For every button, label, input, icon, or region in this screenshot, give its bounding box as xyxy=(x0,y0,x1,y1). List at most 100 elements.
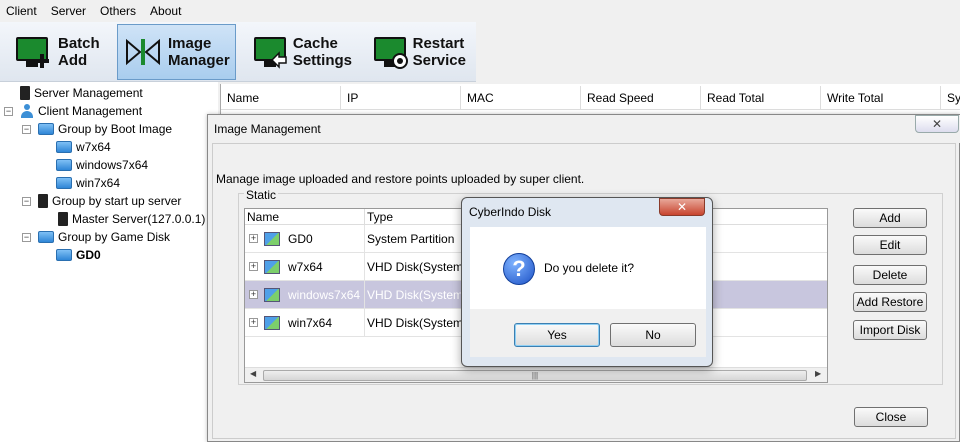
batch-add-label-1: Batch xyxy=(58,35,100,52)
item-name: windows7x64 xyxy=(288,287,361,302)
dialog-title: Image Management xyxy=(214,122,321,136)
menu-about[interactable]: About xyxy=(144,0,189,22)
list-column-name[interactable]: Name xyxy=(245,209,365,224)
item-name: GD0 xyxy=(288,231,313,246)
tree-item-w7x64[interactable]: w7x64 xyxy=(56,138,111,156)
tree-label: win7x64 xyxy=(76,176,121,190)
scroll-right-icon[interactable]: ▶ xyxy=(815,369,821,378)
tree-label: w7x64 xyxy=(76,140,111,154)
confirm-dialog-body: ? Do you delete it? xyxy=(470,227,706,309)
monitor-add-icon xyxy=(14,33,52,71)
grid-header: Name IP MAC Read Speed Read Total Write … xyxy=(221,86,960,110)
tree-label: Group by start up server xyxy=(52,194,182,208)
close-icon[interactable]: ✕ xyxy=(915,115,959,133)
static-group-label: Static xyxy=(244,188,279,202)
tree-label: GD0 xyxy=(76,248,101,262)
tree-label: Server Management xyxy=(34,86,143,100)
collapse-toggle-icon[interactable]: − xyxy=(22,125,31,134)
tree-item-master-server[interactable]: Master Server(127.0.0.1) xyxy=(58,210,205,228)
column-sys[interactable]: Sys xyxy=(941,86,960,109)
image-icon xyxy=(264,287,280,302)
image-manager-label-1: Image xyxy=(168,35,212,52)
monitor-cache-icon xyxy=(252,33,287,71)
yes-button[interactable]: Yes xyxy=(514,323,600,347)
user-icon xyxy=(20,104,34,118)
add-button[interactable]: Add xyxy=(853,208,927,228)
tree-label: Group by Game Disk xyxy=(58,230,171,244)
tree-item-group-game-disk[interactable]: Group by Game Disk xyxy=(38,228,170,246)
restart-service-button[interactable]: Restart Service xyxy=(366,24,472,80)
menu-others[interactable]: Others xyxy=(94,0,144,22)
dialog-titlebar: Image Management ✕ xyxy=(208,115,960,143)
edit-button[interactable]: Edit xyxy=(853,235,927,255)
no-button[interactable]: No xyxy=(610,323,696,347)
tree-item-win7x64[interactable]: win7x64 xyxy=(56,174,120,192)
restart-service-label-2: Service xyxy=(412,52,466,69)
tree-item-group-boot-image[interactable]: Group by Boot Image xyxy=(38,120,172,138)
disk-icon xyxy=(38,231,54,243)
close-button[interactable]: Close xyxy=(854,407,928,427)
menu-client[interactable]: Client xyxy=(0,0,45,22)
navigation-tree: Server Management − Client Management − … xyxy=(0,82,218,442)
confirm-delete-dialog: CyberIndo Disk ✕ ? Do you delete it? Yes… xyxy=(461,197,713,367)
disk-icon xyxy=(56,249,72,261)
tree-item-group-startup-server[interactable]: Group by start up server xyxy=(38,192,181,210)
item-type: VHD Disk(System Im xyxy=(365,280,465,309)
list-column-type[interactable]: Type xyxy=(365,209,465,224)
item-type: VHD Disk(System Im xyxy=(365,252,465,281)
scrollbar-thumb[interactable]: ||| xyxy=(263,370,807,381)
restart-service-label-1: Restart xyxy=(412,35,465,52)
delete-button[interactable]: Delete xyxy=(853,265,927,285)
server-icon xyxy=(38,194,48,208)
collapse-toggle-icon[interactable]: − xyxy=(22,197,31,206)
expand-icon[interactable]: + xyxy=(249,234,258,243)
disk-icon xyxy=(56,177,72,189)
tree-label: Group by Boot Image xyxy=(58,122,173,136)
scroll-left-icon[interactable]: ◀ xyxy=(250,369,256,378)
confirm-dialog-title: CyberIndo Disk xyxy=(469,205,552,219)
collapse-toggle-icon[interactable]: − xyxy=(22,233,31,242)
item-type: System Partition xyxy=(365,224,465,253)
collapse-toggle-icon[interactable]: − xyxy=(4,107,13,116)
item-name: w7x64 xyxy=(288,259,323,274)
expand-icon[interactable]: + xyxy=(249,262,258,271)
image-manager-button[interactable]: Image Manager xyxy=(117,24,236,80)
server-icon xyxy=(58,212,68,226)
import-disk-button[interactable]: Import Disk xyxy=(853,320,927,340)
tree-item-client-management[interactable]: Client Management xyxy=(20,102,142,120)
close-icon[interactable]: ✕ xyxy=(659,198,705,216)
column-name[interactable]: Name xyxy=(221,86,341,109)
column-ip[interactable]: IP xyxy=(341,86,461,109)
expand-icon[interactable]: + xyxy=(249,290,258,299)
menu-server[interactable]: Server xyxy=(45,0,94,22)
confirm-dialog-footer: Yes No xyxy=(470,309,706,357)
menu-bar: Client Server Others About xyxy=(0,0,960,22)
tree-label: Master Server(127.0.0.1) xyxy=(72,212,206,226)
image-manager-label-2: Manager xyxy=(168,52,230,69)
column-read-speed[interactable]: Read Speed xyxy=(581,86,701,109)
toolbar: Batch Add Image Manager Cache Settings Rest… xyxy=(0,22,476,82)
disk-icon xyxy=(56,159,72,171)
item-name: win7x64 xyxy=(288,315,333,330)
question-icon: ? xyxy=(503,253,535,285)
tree-item-windows7x64[interactable]: windows7x64 xyxy=(56,156,148,174)
column-read-total[interactable]: Read Total xyxy=(701,86,821,109)
disk-icon xyxy=(56,141,72,153)
column-mac[interactable]: MAC xyxy=(461,86,581,109)
batch-add-label-2: Add xyxy=(58,52,88,69)
confirm-message: Do you delete it? xyxy=(544,261,635,275)
horizontal-scrollbar[interactable]: ◀ ||| ▶ xyxy=(245,367,827,382)
monitor-restart-icon xyxy=(372,33,408,71)
tree-label: windows7x64 xyxy=(76,158,149,172)
item-type: VHD Disk(System Im xyxy=(365,308,465,337)
batch-add-button[interactable]: Batch Add xyxy=(8,24,112,80)
disk-icon xyxy=(38,123,54,135)
cache-settings-label-2: Settings xyxy=(292,52,352,69)
tree-item-gd0[interactable]: GD0 xyxy=(56,246,101,264)
add-restore-button[interactable]: Add Restore xyxy=(853,292,927,312)
tree-item-server-management[interactable]: Server Management xyxy=(20,84,143,102)
cache-settings-button[interactable]: Cache Settings xyxy=(246,24,358,80)
expand-icon[interactable]: + xyxy=(249,318,258,327)
column-write-total[interactable]: Write Total xyxy=(821,86,941,109)
tree-label: Client Management xyxy=(38,104,143,118)
